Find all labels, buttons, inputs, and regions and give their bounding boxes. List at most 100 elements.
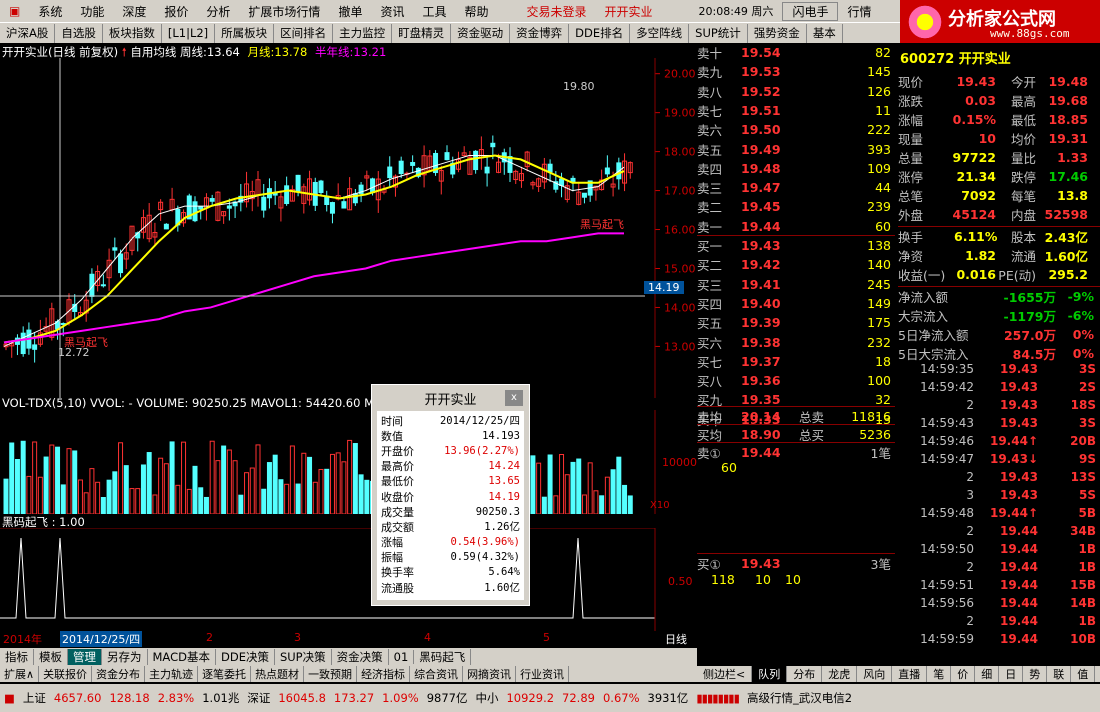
- extension-tab[interactable]: 一致预期: [304, 666, 358, 682]
- server-name[interactable]: 高级行情_武汉电信2: [743, 690, 856, 706]
- tab-main-monitor[interactable]: 主力监控: [333, 23, 393, 43]
- indicator-tab[interactable]: 另存为: [102, 649, 148, 665]
- price-chart[interactable]: 20.00 19.00 18.00 17.00 16.00 15.00 14.00 13.00…: [0, 58, 697, 398]
- side-tab[interactable]: 值: [1071, 666, 1096, 682]
- quote-row[interactable]: 卖七 19.51 11: [697, 101, 895, 120]
- indicator-name[interactable]: 自用均线: [130, 45, 176, 59]
- quote-row[interactable]: 买七 19.37 18: [697, 352, 895, 371]
- side-tab[interactable]: 细: [975, 666, 1000, 682]
- quote-row[interactable]: 买八 19.36 100: [697, 371, 895, 390]
- indicator-tab[interactable]: 管理: [68, 649, 102, 665]
- quote-row[interactable]: 买四 19.40 149: [697, 294, 895, 313]
- indicator-chart[interactable]: 0.50: [0, 528, 697, 631]
- quote-button[interactable]: 行情: [838, 3, 880, 20]
- quote-row[interactable]: 卖一 19.44 60: [697, 217, 895, 236]
- tab-sectors[interactable]: 所属板块: [215, 23, 275, 43]
- side-tab[interactable]: 联: [1047, 666, 1072, 682]
- quote-row[interactable]: 卖四 19.48 109: [697, 159, 895, 178]
- extension-tab[interactable]: 逐笔委托: [198, 666, 252, 682]
- tab-sh-sz-a[interactable]: 沪深A股: [0, 23, 56, 43]
- menu-function[interactable]: 功能: [71, 3, 113, 20]
- quote-row[interactable]: 卖二 19.45 239: [697, 197, 895, 216]
- quote-row[interactable]: 买三 19.41 245: [697, 275, 895, 294]
- sz-label[interactable]: 深证: [243, 690, 274, 706]
- indicator-tab[interactable]: 01: [389, 650, 415, 664]
- tab-strong-fund[interactable]: 强势资金: [748, 23, 807, 43]
- side-tab[interactable]: 直播: [892, 666, 928, 682]
- indicator-tab[interactable]: DDE决策: [216, 649, 275, 665]
- extension-tab[interactable]: 行业资讯: [516, 666, 570, 682]
- menu-ext-market[interactable]: 扩展市场行情: [239, 3, 329, 20]
- tab-sector-index[interactable]: 板块指数: [103, 23, 162, 43]
- tick-price: 19.44: [1000, 578, 1038, 592]
- indicator-tab[interactable]: 资金决策: [332, 649, 389, 665]
- extension-tab[interactable]: 网摘资讯: [463, 666, 517, 682]
- menu-help[interactable]: 帮助: [455, 3, 497, 20]
- indicator-tab[interactable]: 指标: [0, 649, 34, 665]
- side-tab[interactable]: 筹: [1095, 666, 1100, 682]
- tab-sup-stats[interactable]: SUP统计: [689, 23, 748, 43]
- extension-tab[interactable]: 资金分布: [92, 666, 146, 682]
- volume-bar: [83, 492, 89, 514]
- extension-tab[interactable]: 经济指标: [357, 666, 411, 682]
- ask1-row[interactable]: 卖① 19.44 1笔: [697, 442, 895, 461]
- volume-chart[interactable]: 10000 X10: [0, 410, 697, 514]
- bid1-row[interactable]: 买① 19.43 3笔: [697, 553, 895, 572]
- menu-analysis[interactable]: 分析: [197, 3, 239, 20]
- menu-tools[interactable]: 工具: [413, 3, 455, 20]
- menu-news[interactable]: 资讯: [371, 3, 413, 20]
- menu-depth[interactable]: 深度: [113, 3, 155, 20]
- zx-percent: 0.67%: [602, 691, 640, 705]
- menu-system[interactable]: 系统: [29, 3, 71, 20]
- quote-row[interactable]: 买六 19.38 232: [697, 333, 895, 352]
- side-tab[interactable]: 势: [1023, 666, 1048, 682]
- sh-label[interactable]: 上证: [19, 690, 50, 706]
- tab-basic[interactable]: 基本: [807, 23, 843, 43]
- tab-watchlist[interactable]: 自选股: [55, 23, 103, 43]
- side-tab[interactable]: 侧边栏<: [697, 666, 753, 682]
- indicator-tab[interactable]: 黑码起飞: [414, 649, 472, 665]
- side-tab[interactable]: 龙虎: [822, 666, 858, 682]
- extension-tab[interactable]: 热点题材: [251, 666, 305, 682]
- stat-label: 涨跌: [898, 94, 924, 109]
- quote-row[interactable]: 卖十 19.54 82: [697, 43, 895, 62]
- menu-cancel-order[interactable]: 撤单: [329, 3, 371, 20]
- volume-bar: [192, 465, 198, 514]
- tab-long-short[interactable]: 多空阵线: [630, 23, 690, 43]
- extension-tab[interactable]: 关联报价: [39, 666, 93, 682]
- tab-fund-drive[interactable]: 资金驱动: [451, 23, 511, 43]
- period-label[interactable]: 日线: [656, 631, 696, 646]
- quote-row[interactable]: 买二 19.42 140: [697, 255, 895, 274]
- tab-dde-rank[interactable]: DDE排名: [569, 23, 631, 43]
- quote-row[interactable]: 卖六 19.50 222: [697, 120, 895, 139]
- indicator-tab[interactable]: MACD基本: [148, 649, 216, 665]
- popup-header[interactable]: 开开实业 x: [372, 385, 529, 411]
- side-tab[interactable]: 日: [999, 666, 1024, 682]
- tab-watch-spirit[interactable]: 盯盘精灵: [392, 23, 452, 43]
- side-tab[interactable]: 笔: [927, 666, 952, 682]
- quote-row[interactable]: 卖九 19.53 145: [697, 62, 895, 81]
- tab-l1-l2[interactable]: [L1|L2]: [162, 23, 216, 43]
- tab-fund-game[interactable]: 资金博弈: [510, 23, 570, 43]
- side-tab[interactable]: 队列: [752, 666, 788, 682]
- tab-range-rank[interactable]: 区间排名: [274, 23, 334, 43]
- app-icon[interactable]: ▣: [0, 4, 29, 18]
- indicator-tab[interactable]: 模板: [34, 649, 68, 665]
- quote-row[interactable]: 卖八 19.52 126: [697, 82, 895, 101]
- quote-row[interactable]: 买五 19.39 175: [697, 313, 895, 332]
- extension-tab[interactable]: 扩展∧: [0, 666, 40, 682]
- quote-row[interactable]: 卖五 19.49 393: [697, 140, 895, 159]
- side-tab[interactable]: 风向: [857, 666, 893, 682]
- flash-trade-button[interactable]: 闪电手: [782, 1, 839, 21]
- side-tab[interactable]: 价: [951, 666, 976, 682]
- side-tab[interactable]: 分布: [787, 666, 823, 682]
- zx-label[interactable]: 中小: [471, 690, 502, 706]
- quote-row[interactable]: 买一 19.43 138: [697, 236, 895, 255]
- quote-row[interactable]: 卖三 19.47 44: [697, 178, 895, 197]
- indicator-tab[interactable]: SUP决策: [275, 649, 332, 665]
- close-icon[interactable]: x: [505, 390, 523, 406]
- extension-tab[interactable]: 主力轨迹: [145, 666, 199, 682]
- menu-quote[interactable]: 报价: [155, 3, 197, 20]
- extension-tab[interactable]: 综合资讯: [410, 666, 464, 682]
- trade-status[interactable]: 交易未登录: [518, 3, 596, 20]
